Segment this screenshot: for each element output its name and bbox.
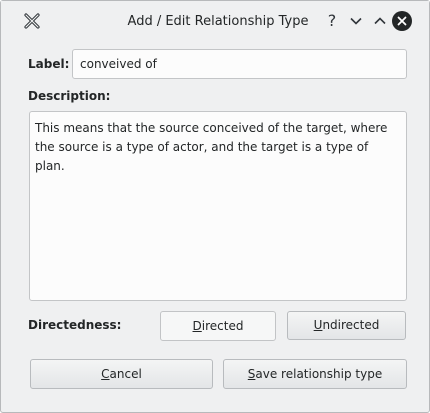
undirected-button[interactable]: Undirected xyxy=(287,311,406,340)
cancel-label: ancel xyxy=(109,367,142,381)
description-field[interactable]: This means that the source conceived of … xyxy=(29,111,407,301)
close-icon[interactable] xyxy=(392,11,412,31)
cancel-mnemonic: C xyxy=(101,367,110,381)
directed-button[interactable]: Directed xyxy=(160,311,276,341)
chevron-down-icon[interactable] xyxy=(346,11,366,31)
undirected-label: ndirected xyxy=(322,318,380,332)
help-icon[interactable]: ? xyxy=(322,11,342,31)
chevron-up-icon[interactable] xyxy=(370,11,390,31)
dialog-window: Add / Edit Relationship Type ? Label: co… xyxy=(0,0,430,413)
label-field[interactable]: conveived of xyxy=(72,49,407,79)
save-label: ave relationship type xyxy=(255,367,383,381)
directedness-caption: Directedness: xyxy=(28,318,122,332)
save-relationship-type-button[interactable]: Save relationship type xyxy=(223,359,407,389)
directed-mnemonic: D xyxy=(192,319,202,333)
cancel-button[interactable]: Cancel xyxy=(30,359,213,389)
description-caption: Description: xyxy=(28,89,111,103)
title-bar[interactable]: Add / Edit Relationship Type ? xyxy=(1,1,429,41)
directed-label: irected xyxy=(201,319,244,333)
label-caption: Label: xyxy=(28,57,70,71)
